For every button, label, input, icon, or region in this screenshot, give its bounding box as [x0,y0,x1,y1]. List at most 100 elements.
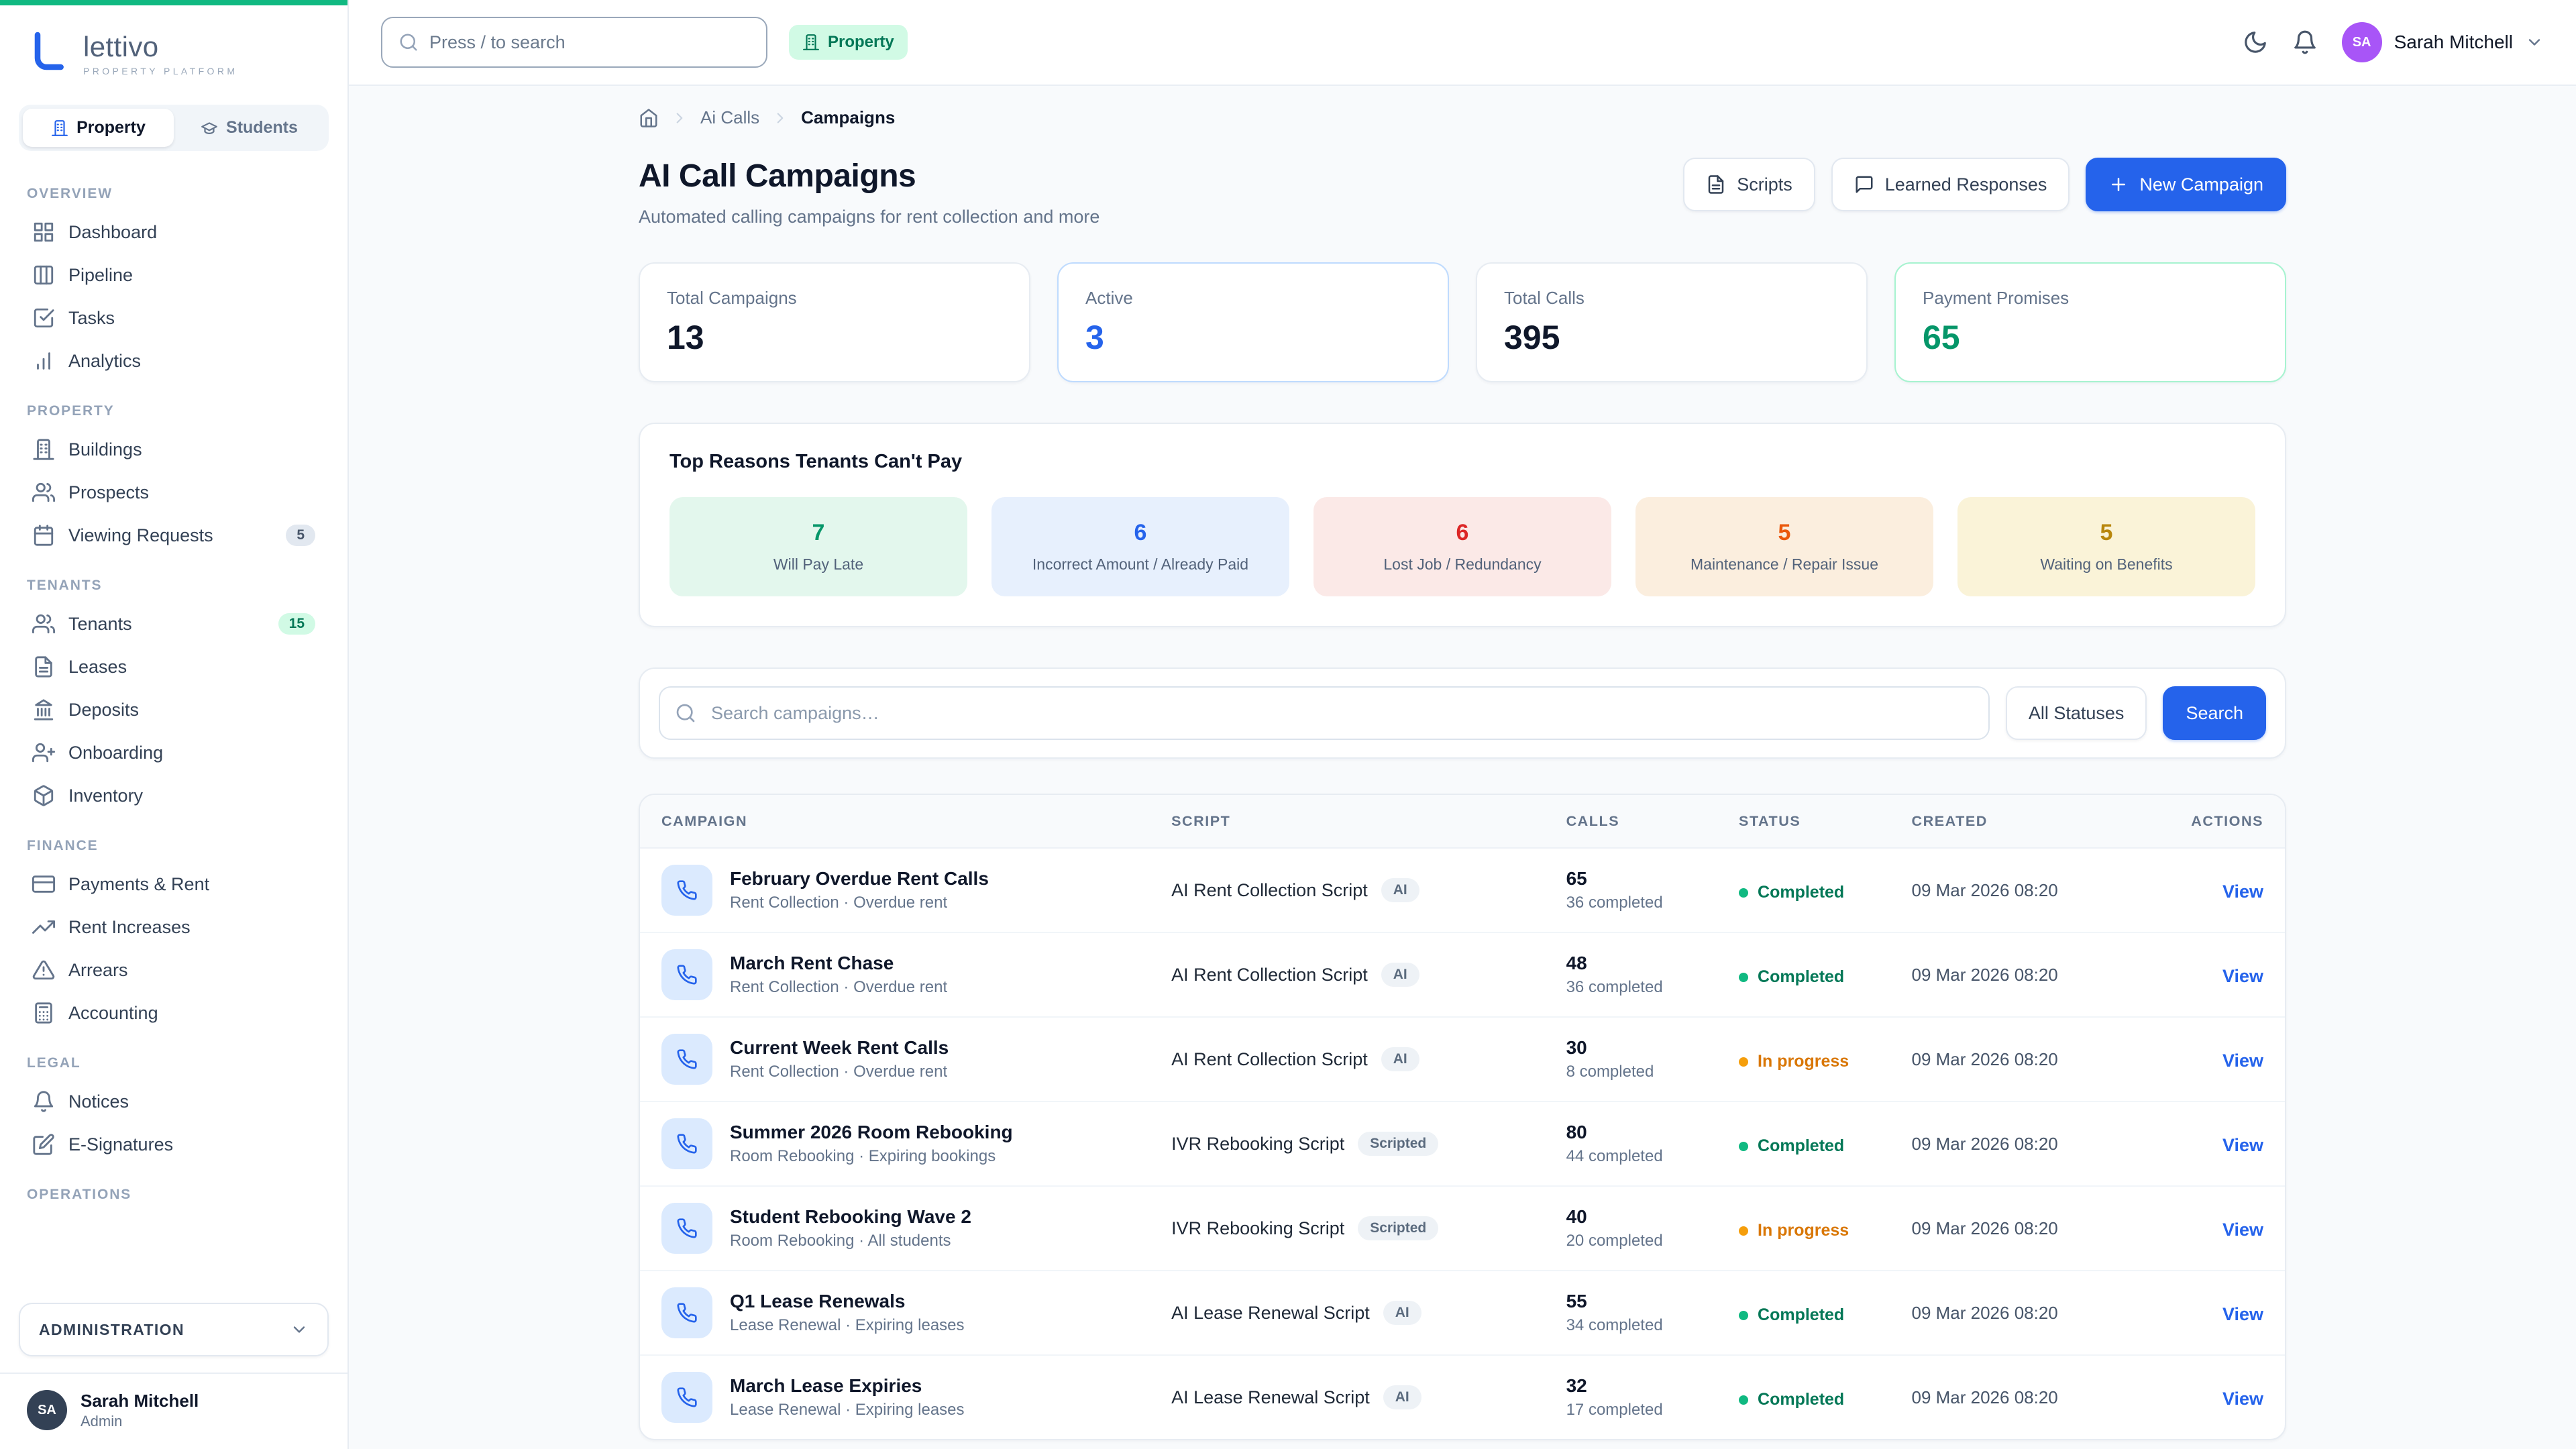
users-icon [32,481,55,504]
sidebar-item-pipeline[interactable]: Pipeline [19,254,329,296]
campaign-filter-bar: All Statuses Search [639,667,2286,759]
script-name: IVR Rebooking Script [1171,1218,1344,1239]
table-row: Current Week Rent Calls Rent Collection … [640,1017,2285,1102]
calls-count: 32 [1566,1375,1696,1397]
sidebar-item-accounting[interactable]: Accounting [19,992,329,1034]
calls-count: 65 [1566,868,1696,890]
message-icon [1854,174,1874,195]
notifications-button[interactable] [2292,30,2318,55]
page-scroll-area: Ai Calls Campaigns AI Call Campaigns Aut… [349,86,2576,1449]
building-icon [802,34,820,51]
sidebar-item-notices[interactable]: Notices [19,1081,329,1122]
campaign-subtitle: Lease Renewal · Expiring leases [730,1401,965,1419]
sidebar-item-tasks[interactable]: Tasks [19,297,329,339]
sidebar-item-deposits[interactable]: Deposits [19,689,329,731]
learned-responses-button[interactable]: Learned Responses [1831,158,2070,211]
user-menu[interactable]: SA Sarah Mitchell [2342,22,2544,62]
script-type-badge: AI [1381,1047,1419,1071]
calls-completed: 8 completed [1566,1063,1696,1081]
status-dot [1739,1226,1748,1236]
administration-toggle[interactable]: ADMINISTRATION [19,1303,329,1356]
chevron-right-icon [671,109,688,127]
top-reasons-title: Top Reasons Tenants Can't Pay [669,451,2255,473]
view-link[interactable]: View [2222,1135,2263,1155]
sidebar-user-profile[interactable]: SA Sarah Mitchell Admin [0,1373,347,1449]
brand-logo-icon [27,30,70,78]
script-type-badge: AI [1383,1385,1421,1409]
sidebar-item-arrears[interactable]: Arrears [19,949,329,991]
user-name: Sarah Mitchell [80,1391,199,1411]
page-header: AI Call Campaigns Automated calling camp… [639,158,2286,227]
bell-icon [32,1090,55,1113]
sidebar-item-tenants[interactable]: Tenants 15 [19,603,329,645]
created-date: 09 Mar 2026 08:20 [1890,1102,2129,1186]
sidebar-item-dashboard[interactable]: Dashboard [19,211,329,253]
sidebar-item-inventory[interactable]: Inventory [19,775,329,816]
phone-icon [661,1118,712,1169]
view-link[interactable]: View [2222,1220,2263,1240]
column-header-calls: CALLS [1545,795,1717,848]
sidebar-item-analytics[interactable]: Analytics [19,340,329,382]
view-link[interactable]: View [2222,1389,2263,1409]
sidebar-item-e-signatures[interactable]: E-Signatures [19,1124,329,1165]
sidebar-section-finance: FINANCE [27,838,321,854]
created-date: 09 Mar 2026 08:20 [1890,1271,2129,1355]
sidebar-item-leases[interactable]: Leases [19,646,329,688]
mode-toggle-property[interactable]: Property [23,109,174,147]
topbar: Property SA Sarah Mitchell [349,0,2576,86]
status-filter-dropdown[interactable]: All Statuses [2006,686,2147,740]
sidebar-section-operations: OPERATIONS [27,1187,321,1203]
view-link[interactable]: View [2222,881,2263,902]
script-type-badge: AI [1383,1301,1421,1325]
sidebar-item-payments-rent[interactable]: Payments & Rent [19,863,329,905]
stat-active: Active 3 [1057,262,1449,382]
phone-icon [661,1287,712,1338]
brand-logo[interactable]: lettivo PROPERTY PLATFORM [0,5,347,91]
view-link[interactable]: View [2222,1051,2263,1071]
calls-completed: 36 completed [1566,894,1696,912]
script-type-badge: AI [1381,963,1419,987]
sidebar-item-onboarding[interactable]: Onboarding [19,732,329,773]
home-icon[interactable] [639,108,659,128]
table-row: March Lease Expiries Lease Renewal · Exp… [640,1355,2285,1439]
campaign-name: February Overdue Rent Calls [730,868,989,890]
trending-up-icon [32,916,55,938]
reason-tile-lost-job: 6 Lost Job / Redundancy [1313,497,1611,596]
bell-icon [2292,30,2318,55]
breadcrumb-ai-calls[interactable]: Ai Calls [700,107,759,128]
credit-card-icon [32,873,55,896]
sidebar-item-prospects[interactable]: Prospects [19,472,329,513]
status-badge: In progress [1739,1221,1849,1240]
sidebar-item-rent-increases[interactable]: Rent Increases [19,906,329,948]
view-link[interactable]: View [2222,1304,2263,1324]
dark-mode-toggle[interactable] [2243,30,2268,55]
search-button[interactable]: Search [2163,686,2266,740]
status-dot [1739,1311,1748,1320]
column-header-status: STATUS [1717,795,1890,848]
moon-icon [2243,30,2268,55]
calendar-icon [32,524,55,547]
context-badge-property[interactable]: Property [789,25,908,60]
new-campaign-button[interactable]: New Campaign [2086,158,2286,211]
table-row: March Rent Chase Rent Collection · Overd… [640,932,2285,1017]
global-search-input[interactable] [429,32,750,53]
dashboard-grid-icon [32,221,55,244]
sidebar-item-buildings[interactable]: Buildings [19,429,329,470]
mode-toggle-students[interactable]: Students [174,109,325,147]
page-title: AI Call Campaigns [639,158,1099,195]
campaign-search-input[interactable] [659,686,1990,740]
user-plus-icon [32,741,55,764]
bank-icon [32,698,55,721]
stat-total-calls: Total Calls 395 [1476,262,1868,382]
sidebar-item-viewing-requests[interactable]: Viewing Requests 5 [19,515,329,556]
status-badge: In progress [1739,1052,1849,1071]
building-icon [32,438,55,461]
view-link[interactable]: View [2222,966,2263,986]
scripts-button[interactable]: Scripts [1683,158,1815,211]
phone-icon [661,865,712,916]
page-subtitle: Automated calling campaigns for rent col… [639,207,1099,227]
campaign-name: Student Rebooking Wave 2 [730,1206,971,1228]
mode-toggle: Property Students [19,105,329,151]
app-root: lettivo PROPERTY PLATFORM Property Stude… [0,0,2576,1449]
phone-icon [661,1203,712,1254]
